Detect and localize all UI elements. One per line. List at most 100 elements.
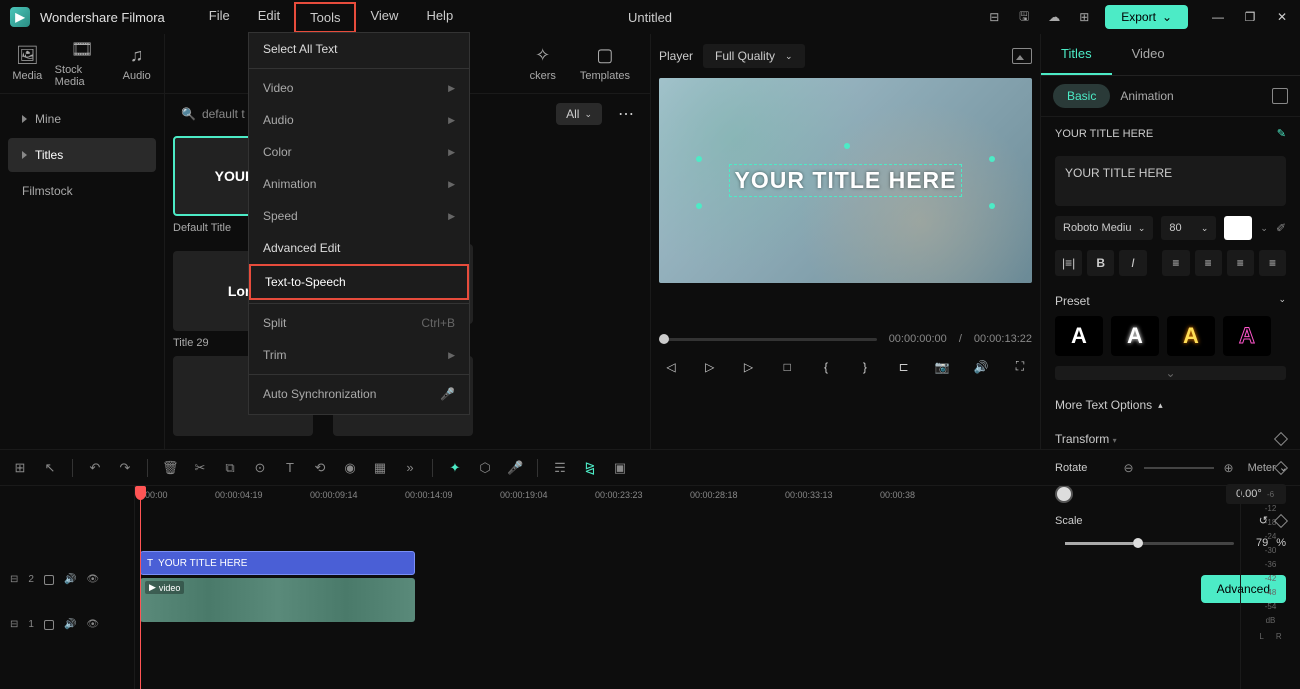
category-titles[interactable]: Titles bbox=[8, 138, 156, 172]
playhead[interactable] bbox=[140, 486, 141, 689]
title-text-input[interactable]: YOUR TITLE HERE bbox=[1055, 156, 1286, 206]
crop-button[interactable]: ⧉ bbox=[222, 460, 238, 476]
mute-icon[interactable]: 🔊 bbox=[64, 619, 76, 630]
eye-icon[interactable]: 👁 bbox=[86, 574, 99, 585]
tools-video[interactable]: Video▶ bbox=[249, 72, 469, 104]
cut-button[interactable]: ✂ bbox=[192, 460, 208, 476]
keyframe-icon[interactable] bbox=[1274, 432, 1288, 446]
track-icon[interactable]: ⊟ bbox=[10, 574, 18, 585]
tools-color[interactable]: Color▶ bbox=[249, 136, 469, 168]
menu-tools[interactable]: Tools bbox=[294, 2, 356, 33]
zoom-slider[interactable] bbox=[1144, 467, 1214, 469]
time-ruler[interactable]: 00:00 00:00:04:19 00:00:09:14 00:00:14:0… bbox=[135, 486, 1240, 516]
chevron-down-icon[interactable]: ⌄ bbox=[1260, 223, 1268, 234]
undo-button[interactable]: ↶ bbox=[87, 460, 103, 476]
tab-media[interactable]: 🖼Media bbox=[0, 34, 55, 93]
align-right-button[interactable]: ≡ bbox=[1227, 250, 1254, 276]
save-preset-button[interactable] bbox=[1272, 88, 1288, 104]
magnet-button[interactable]: ⧎ bbox=[582, 460, 598, 476]
lock-icon[interactable] bbox=[44, 575, 54, 585]
resize-handle[interactable] bbox=[844, 143, 850, 149]
preset-expand-button[interactable]: ⌄ bbox=[1055, 366, 1286, 380]
menu-help[interactable]: Help bbox=[412, 2, 467, 33]
more-tools[interactable]: » bbox=[402, 460, 418, 475]
more-options-button[interactable]: ⋯ bbox=[612, 104, 642, 124]
font-size-dropdown[interactable]: 80⌄ bbox=[1161, 216, 1216, 240]
maximize-button[interactable]: ❐ bbox=[1242, 10, 1258, 24]
tools-split[interactable]: SplitCtrl+B bbox=[249, 307, 469, 339]
quality-dropdown[interactable]: Full Quality⌄ bbox=[703, 44, 805, 68]
fullscreen-button[interactable]: ⛶ bbox=[1012, 359, 1028, 374]
tools-audio[interactable]: Audio▶ bbox=[249, 104, 469, 136]
close-button[interactable]: ✕ bbox=[1274, 10, 1290, 24]
align-left-button[interactable]: ≡ bbox=[1162, 250, 1189, 276]
redo-button[interactable]: ↷ bbox=[117, 460, 133, 476]
display-button[interactable]: ⊏ bbox=[896, 360, 912, 374]
eye-icon[interactable]: 👁 bbox=[86, 619, 99, 630]
mark-out-button[interactable]: } bbox=[857, 360, 873, 374]
tab-stickers[interactable]: ✧ckers bbox=[530, 45, 556, 82]
eyedropper-icon[interactable]: ✐ bbox=[1276, 221, 1286, 235]
color-button[interactable]: ◉ bbox=[342, 460, 358, 476]
italic-button[interactable]: I bbox=[1119, 250, 1146, 276]
tab-audio[interactable]: ♫Audio bbox=[109, 34, 164, 93]
speed-button[interactable]: ⊙ bbox=[252, 460, 268, 476]
cursor-tool[interactable]: ↖ bbox=[42, 460, 58, 476]
ai-icon[interactable]: ✎AI bbox=[1277, 127, 1286, 140]
effect-button[interactable]: ▦ bbox=[372, 460, 388, 476]
text-color-swatch[interactable] bbox=[1224, 216, 1252, 240]
tab-titles[interactable]: Titles bbox=[1041, 34, 1112, 75]
resize-handle[interactable] bbox=[989, 156, 995, 162]
cloud-icon[interactable]: ☁ bbox=[1045, 8, 1063, 26]
subtab-basic[interactable]: Basic bbox=[1053, 84, 1110, 108]
preset-4[interactable]: A bbox=[1223, 316, 1271, 356]
tools-speed[interactable]: Speed▶ bbox=[249, 200, 469, 232]
resize-handle[interactable] bbox=[696, 156, 702, 162]
title-clip[interactable]: TYOUR TITLE HERE bbox=[140, 551, 415, 575]
title-overlay[interactable]: YOUR TITLE HERE bbox=[729, 164, 961, 197]
align-center-button[interactable]: ≡ bbox=[1195, 250, 1222, 276]
preset-header[interactable]: Preset ⌄ bbox=[1041, 286, 1300, 316]
preset-1[interactable]: A bbox=[1055, 316, 1103, 356]
preset-2[interactable]: A bbox=[1111, 316, 1159, 356]
render-button[interactable]: ▣ bbox=[612, 460, 628, 476]
filter-all-dropdown[interactable]: All⌄ bbox=[556, 103, 602, 125]
text-button[interactable]: T bbox=[282, 460, 298, 475]
tools-animation[interactable]: Animation▶ bbox=[249, 168, 469, 200]
timeline-tracks[interactable]: 00:00 00:00:04:19 00:00:09:14 00:00:14:0… bbox=[135, 486, 1240, 689]
snapshot-button[interactable] bbox=[1012, 48, 1032, 64]
resize-handle[interactable] bbox=[989, 203, 995, 209]
tab-stock-media[interactable]: 🎞Stock Media bbox=[55, 34, 110, 93]
tools-trim[interactable]: Trim▶ bbox=[249, 339, 469, 371]
scrub-knob[interactable] bbox=[659, 334, 669, 344]
align-justify-button[interactable]: ≡ bbox=[1259, 250, 1286, 276]
volume-button[interactable]: 🔊 bbox=[973, 360, 989, 374]
zoom-in-button[interactable]: ⊕ bbox=[1224, 461, 1234, 475]
spacing-button[interactable]: |≡| bbox=[1055, 250, 1082, 276]
mixer-button[interactable]: ☴ bbox=[552, 460, 568, 476]
lock-icon[interactable] bbox=[44, 620, 54, 630]
video-clip[interactable]: ▶video bbox=[140, 578, 415, 622]
preview-canvas[interactable]: YOUR TITLE HERE bbox=[659, 78, 1032, 283]
layout-icon[interactable]: ⊟ bbox=[985, 8, 1003, 26]
bold-button[interactable]: B bbox=[1087, 250, 1114, 276]
tab-templates[interactable]: ▢Templates bbox=[580, 45, 630, 82]
mute-icon[interactable]: 🔊 bbox=[64, 574, 76, 585]
export-button[interactable]: Export⌄ bbox=[1105, 5, 1188, 29]
stop-button[interactable]: □ bbox=[779, 360, 795, 374]
delete-button[interactable]: 🗑 bbox=[162, 460, 178, 476]
camera-button[interactable]: 📷 bbox=[934, 360, 950, 374]
play-button[interactable]: ▷ bbox=[741, 360, 757, 374]
tools-advanced-edit[interactable]: Advanced Edit bbox=[249, 232, 469, 264]
tools-text-to-speech[interactable]: Text-to-Speech bbox=[249, 264, 469, 300]
resize-handle[interactable] bbox=[696, 203, 702, 209]
shield-button[interactable]: ⬡ bbox=[477, 460, 493, 476]
mark-in-button[interactable]: { bbox=[818, 360, 834, 374]
category-filmstock[interactable]: Filmstock bbox=[8, 174, 156, 208]
save-icon[interactable]: 🖫 bbox=[1015, 8, 1033, 26]
tools-select-all-text[interactable]: Select All Text bbox=[249, 33, 469, 65]
category-mine[interactable]: Mine bbox=[8, 102, 156, 136]
prev-frame-button[interactable]: ◁ bbox=[663, 360, 679, 374]
minimize-button[interactable]: — bbox=[1210, 10, 1226, 24]
marker-button[interactable]: ✦ bbox=[447, 460, 463, 476]
